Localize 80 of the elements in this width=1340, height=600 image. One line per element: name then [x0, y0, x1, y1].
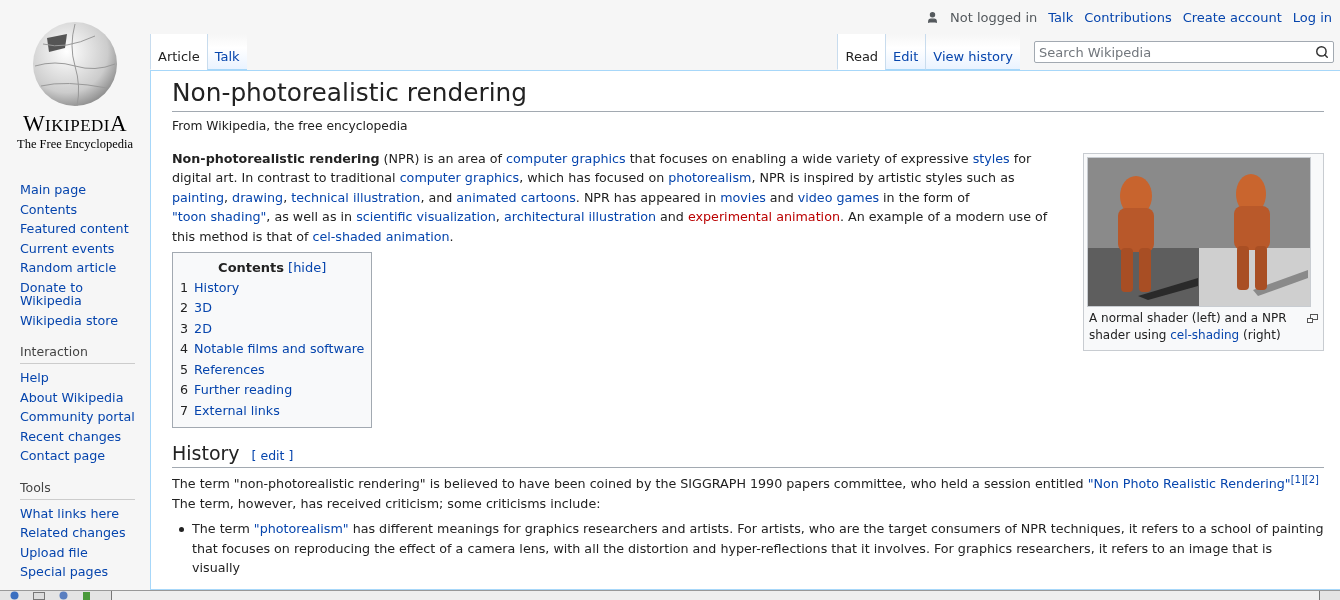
view-tab[interactable]: Edit [885, 34, 926, 70]
namespace-tab[interactable]: Talk [206, 34, 247, 70]
search-icon[interactable] [1315, 45, 1329, 59]
list-item: The term "photorealism" has different meanings for graphics researchers and artists. For artists, who are the target consumers of NPR techniques, it refers to a school of painting that focuses on reproducing the effect of a camera lens, with all the distortion and hyper-reflections that it involves. For graphics researchers, it refers to an image that is visually [179, 519, 1324, 578]
sidebar-heading: Tools [20, 479, 135, 500]
enlarge-icon[interactable] [1307, 313, 1318, 323]
contents-number: 4 [180, 340, 189, 359]
namespace-tab[interactable]: Article [150, 34, 207, 70]
globe-icon[interactable] [10, 591, 19, 600]
sidebar-link[interactable]: Special pages [20, 562, 138, 582]
sidebar-link[interactable]: Contact page [20, 446, 138, 466]
link[interactable]: video games [797, 189, 880, 205]
personal-link[interactable]: Talk [1048, 9, 1074, 25]
link[interactable]: "toon shading" [172, 209, 267, 225]
contents-number: 3 [180, 319, 189, 338]
outline-link[interactable]: History [194, 277, 240, 299]
edit-link[interactable]: [ edit ] [251, 445, 294, 468]
contents-number: 1 [180, 278, 189, 297]
sidebar-link[interactable]: Main page [20, 180, 138, 200]
outline-link[interactable]: 2D [194, 318, 212, 340]
sidebar-link[interactable]: Recent changes [20, 426, 138, 446]
puzzle-icon[interactable] [82, 591, 91, 600]
wordmark[interactable]: WIKIPEDIA [22, 112, 128, 135]
personal-link[interactable]: Contributions [1084, 9, 1172, 25]
outline-link[interactable]: Further reading [194, 380, 293, 401]
link[interactable]: styles [972, 150, 1010, 166]
link[interactable]: architectural illustration [503, 209, 656, 225]
sidebar-heading: Interaction [20, 344, 135, 364]
link[interactable]: animated cartoons [456, 189, 576, 205]
sidebar-link[interactable]: Upload file [20, 542, 138, 562]
view-tab[interactable]: View history [925, 34, 1020, 70]
logo-tagline: The Free Encyclopedia [17, 137, 133, 152]
contents-number: 7 [180, 401, 189, 420]
image-caption: A normal shader (left) and a NPR shader using cel-shading (right) [1089, 309, 1288, 344]
link[interactable]: painting [172, 189, 224, 205]
search-field[interactable]: Search Wikipedia [1034, 41, 1334, 63]
view-tab[interactable]: Read [837, 34, 886, 70]
link[interactable]: "Non Photo Realistic Rendering" [1087, 476, 1291, 492]
page-title: Non-photorealistic rendering [172, 77, 1324, 113]
sidebar-link[interactable]: Random article [20, 258, 138, 278]
login-status: Not logged in [950, 9, 1038, 25]
contents-number: 6 [180, 381, 189, 400]
mail-icon[interactable] [33, 591, 45, 600]
lead-paragraph: Non-photorealistic rendering (NPR) is an area of computer graphics that focuses on enabling a wide variety of expressive styles for digital art. In contrast to traditional computer graphics, which has focused on photorealism, NPR is inspired by artistic styles such as painting, drawing, technical illustration, and animated cartoons. NPR has appeared in movies and video games in the form of "toon shading", as well as in scientific visualization, architectural illustration and experimental animation. An example of a modern use of this method is that of cel-shaded animation. [172, 149, 1049, 246]
personal-link[interactable]: Log in [1292, 9, 1332, 25]
contents-title: Contents [218, 259, 285, 278]
outline-link[interactable]: References [194, 359, 265, 381]
outline-link[interactable]: External links [194, 400, 280, 422]
link[interactable]: drawing [232, 189, 284, 205]
link[interactable]: cel-shaded animation [312, 228, 450, 244]
link[interactable]: "photorealism" [253, 521, 349, 537]
outline-link[interactable]: 3D [194, 298, 212, 319]
sidebar-link[interactable]: About Wikipedia [20, 387, 138, 407]
user-icon [926, 10, 940, 24]
globe-icon[interactable] [59, 591, 68, 600]
sidebar-link[interactable]: Contents [20, 199, 138, 219]
link[interactable]: computer graphics [506, 150, 626, 166]
sidebar-link[interactable]: Help [20, 368, 138, 388]
personal-link[interactable]: Create account [1182, 9, 1282, 25]
sidebar-link[interactable]: Current events [20, 238, 138, 258]
link[interactable]: cel-shading [1170, 327, 1240, 342]
outline-link[interactable]: Notable films and software [194, 339, 365, 360]
citation-link[interactable]: [2] [1304, 474, 1319, 485]
sidebar-link[interactable]: What links here [20, 503, 138, 523]
hide-link[interactable]: [hide] [288, 258, 327, 278]
sidebar-link[interactable]: Community portal [20, 407, 138, 427]
link[interactable]: technical illustration [291, 189, 421, 205]
contents-number: 2 [180, 299, 189, 318]
link[interactable]: experimental animation [687, 209, 840, 225]
contents-number: 5 [180, 360, 189, 379]
sidebar-link[interactable]: Featured content [20, 219, 138, 239]
section-heading: History [172, 442, 240, 465]
link[interactable]: scientific visualization [356, 209, 496, 225]
link[interactable]: photorealism [668, 170, 752, 186]
citation-link[interactable]: [1] [1290, 474, 1305, 485]
sidebar-link[interactable]: Related changes [20, 523, 138, 543]
link[interactable]: movies [720, 189, 766, 205]
sidebar-link[interactable]: Donate to Wikipedia [20, 277, 138, 311]
sidebar-link[interactable]: Wikipedia store [20, 310, 138, 330]
site-subtitle: From Wikipedia, the free encyclopedia [172, 118, 409, 136]
